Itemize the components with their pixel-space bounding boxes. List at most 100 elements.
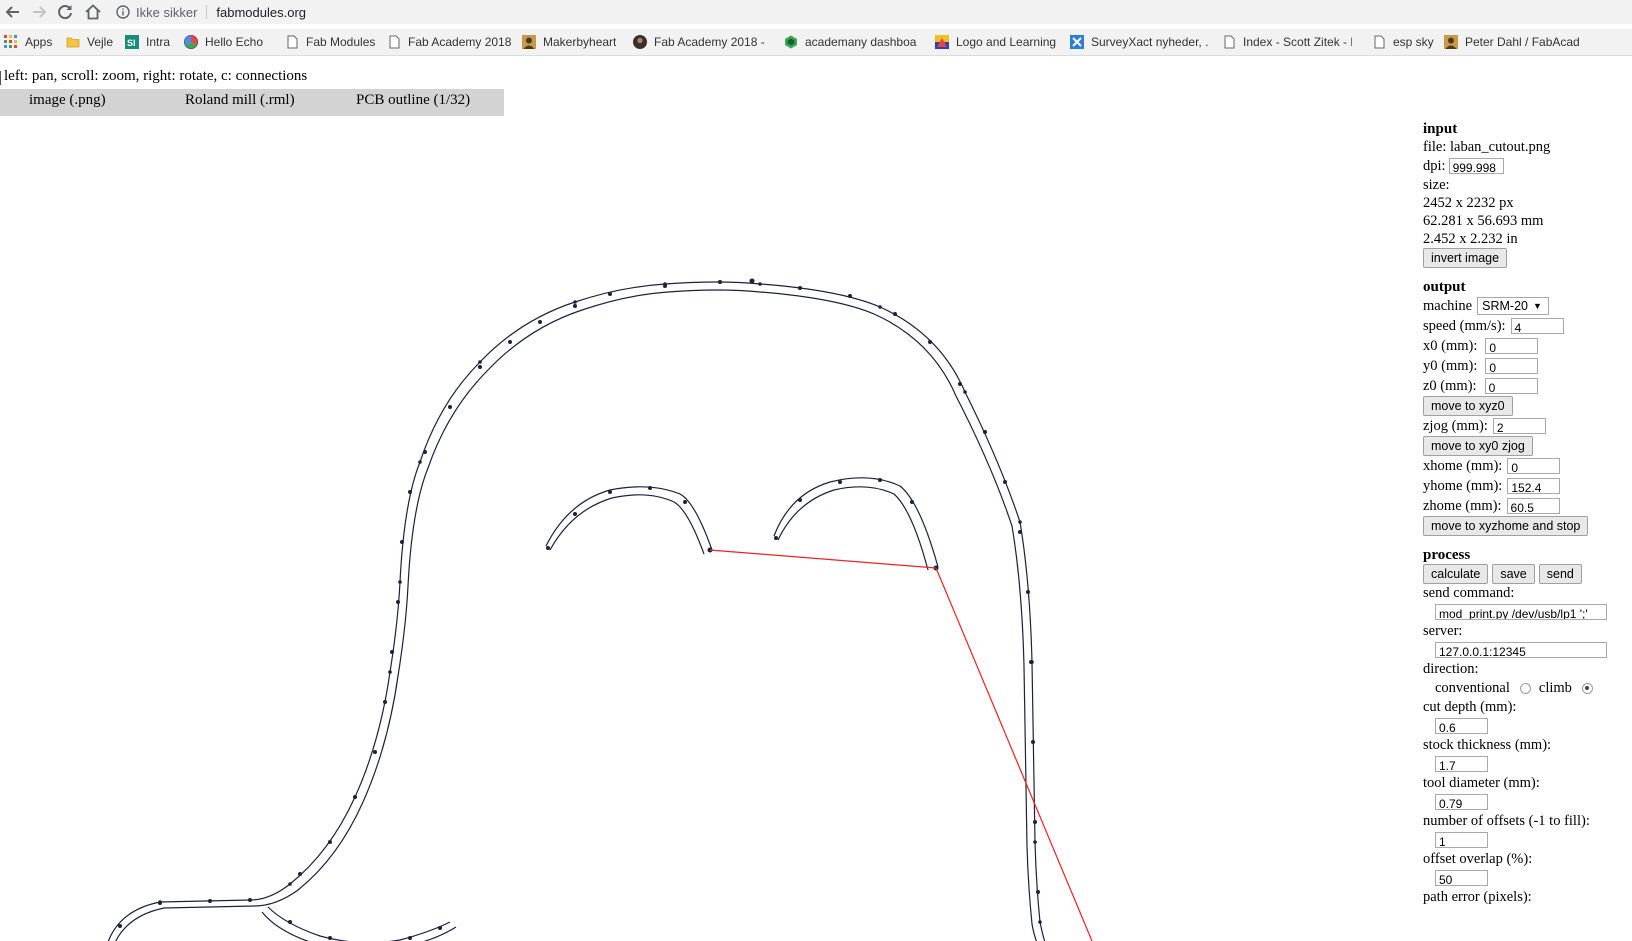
process-buttons: calculate save send — [1423, 564, 1628, 584]
speed-input[interactable]: 4 — [1510, 318, 1564, 335]
x0-input[interactable]: 0 — [1485, 338, 1539, 355]
size-inches: 2.452 x 2.232 in — [1423, 231, 1518, 247]
bookmark-peter-dahl[interactable]: Peter Dahl / FabAcad — [1444, 32, 1584, 52]
cut-depth-label: cut depth (mm): — [1423, 699, 1517, 715]
folder-icon — [66, 35, 80, 49]
server-input[interactable]: 127.0.0.1:12345 — [1435, 642, 1607, 659]
climb-radio[interactable] — [1581, 682, 1593, 694]
move-to-xyz0-button[interactable]: move to xyz0 — [1423, 396, 1513, 416]
zjog-label: zjog (mm): — [1423, 418, 1488, 434]
yhome-row: yhome (mm): 152.4 — [1423, 476, 1628, 496]
bookmark-intra[interactable]: SI Intra — [125, 32, 170, 52]
file-row: file: laban_cutout.png — [1423, 138, 1628, 156]
page-icon — [285, 35, 299, 49]
file-name: laban_cutout.png — [1449, 139, 1551, 155]
tool-diameter-label: tool diameter (mm): — [1423, 775, 1540, 791]
stock-thickness-label: stock thickness (mm): — [1423, 737, 1552, 753]
zhome-input[interactable]: 60.5 — [1506, 498, 1560, 515]
dpi-label: dpi: — [1423, 158, 1446, 174]
send-button[interactable]: send — [1538, 564, 1582, 584]
address-bar[interactable]: Ikke sikker fabmodules.org — [116, 1, 1616, 23]
address-url[interactable]: fabmodules.org — [216, 5, 306, 20]
right-eye-path — [773, 477, 939, 571]
file-label: file: — [1423, 139, 1447, 155]
machine-select[interactable]: SRM-20 ▼ — [1477, 297, 1550, 315]
bookmark-makerbyheart[interactable]: Makerbyheart — [522, 32, 616, 52]
fabmodules-page: left: pan, scroll: zoom, right: rotate, … — [0, 62, 1632, 941]
bookmark-label: Peter Dahl / FabAcad — [1465, 35, 1580, 49]
bookmark-apps[interactable]: Apps — [4, 32, 52, 52]
invert-image-button[interactable]: invert image — [1423, 248, 1508, 268]
toolpath-viewer[interactable] — [0, 117, 1400, 941]
offsets-label: number of offsets (-1 to fill): — [1423, 813, 1590, 829]
z0-input[interactable]: 0 — [1484, 378, 1538, 395]
zjog-row: zjog (mm): 2 — [1423, 416, 1628, 436]
calculate-button[interactable]: calculate — [1423, 564, 1489, 584]
yhome-input[interactable]: 152.4 — [1507, 478, 1561, 495]
page-icon — [387, 35, 401, 49]
control-panel: input file: laban_cutout.png dpi: 999.99… — [1423, 120, 1628, 906]
cut-depth-input[interactable]: 0.6 — [1435, 718, 1488, 735]
dpi-row: dpi: 999.998 — [1423, 156, 1628, 176]
menu-input-format[interactable]: image (.png) — [29, 92, 106, 109]
security-label[interactable]: Ikke sikker — [136, 5, 197, 20]
xhome-row: xhome (mm): 0 — [1423, 456, 1628, 476]
bookmark-label: Hello Echo — [205, 35, 264, 49]
conventional-radio[interactable] — [1519, 682, 1531, 694]
avatar-icon — [522, 35, 536, 49]
bookmark-academany-dashboard[interactable]: academany dashboar — [784, 32, 917, 52]
bookmark-hello-echo[interactable]: Hello Echo — [184, 32, 263, 52]
x0-row: x0 (mm): 0 — [1423, 336, 1628, 356]
dpi-input[interactable]: 999.998 — [1448, 158, 1504, 175]
bookmark-label: Logo and Learning — [956, 35, 1057, 49]
apps-grid-icon — [4, 35, 18, 49]
bookmark-label: Apps — [25, 35, 53, 49]
bookmark-label: Vejle — [87, 35, 114, 49]
reload-icon[interactable] — [54, 1, 76, 23]
tool-diameter-input[interactable]: 0.79 — [1435, 794, 1488, 811]
bookmark-vejle[interactable]: Vejle — [66, 32, 113, 52]
send-command-input[interactable]: mod_print.py /dev/usb/lp1 ';' — [1435, 604, 1607, 620]
xhome-input[interactable]: 0 — [1507, 458, 1561, 475]
browser-toolbar: Ikke sikker fabmodules.org — [0, 0, 1632, 24]
server-label: server: — [1423, 623, 1463, 639]
bookmark-label: SurveyXact nyheder, . — [1091, 35, 1209, 49]
y0-label: y0 (mm): — [1423, 358, 1478, 374]
info-circle-icon[interactable] — [116, 5, 130, 19]
bookmark-surveyxact[interactable]: SurveyXact nyheder, . — [1070, 32, 1210, 52]
offsets-input[interactable]: 1 — [1435, 832, 1488, 849]
back-arrow-icon[interactable] — [2, 1, 24, 23]
stock-thickness-input[interactable]: 1.7 — [1435, 756, 1488, 773]
y0-row: y0 (mm): 0 — [1423, 356, 1628, 376]
menu-output-machine[interactable]: Roland mill (.rml) — [185, 92, 295, 109]
save-button[interactable]: save — [1492, 564, 1535, 584]
process-section-title: process — [1423, 547, 1471, 563]
climb-label: climb — [1538, 680, 1572, 696]
bookmark-label: Fab Academy 2018 - — [654, 35, 765, 49]
move-to-xyzhome-button[interactable]: move to xyzhome and stop — [1423, 516, 1589, 536]
bookmark-fab-academy-2018[interactable]: Fab Academy 2018 — [387, 32, 511, 52]
dropdown-arrow-icon: ▼ — [1532, 301, 1542, 311]
avatar-icon — [633, 35, 647, 49]
overlap-label: offset overlap (%): — [1423, 851, 1533, 867]
module-menu-bar: image (.png) Roland mill (.rml) PCB outl… — [0, 89, 504, 116]
menu-process[interactable]: PCB outline (1/32) — [356, 92, 470, 109]
home-icon[interactable] — [82, 1, 104, 23]
bookmark-esp-sky[interactable]: esp sky — [1372, 32, 1434, 52]
bookmark-scott-zitek[interactable]: Index - Scott Zitek - F — [1222, 32, 1352, 52]
x0-label: x0 (mm): — [1423, 338, 1478, 354]
bookmark-fab-modules[interactable]: Fab Modules — [285, 32, 375, 52]
forward-arrow-icon[interactable] — [28, 1, 50, 23]
overlap-input[interactable]: 50 — [1435, 870, 1488, 887]
bookmarks-bar: Apps Vejle SI Intra Hello Echo Fab Modul… — [0, 29, 1632, 56]
bookmark-fab-academy-2018-dash[interactable]: Fab Academy 2018 - — [633, 32, 765, 52]
outer-outline-path — [107, 281, 1046, 941]
input-section-title: input — [1423, 121, 1458, 137]
bookmark-logo-and-learning[interactable]: Logo and Learning — [935, 32, 1056, 52]
zjog-input[interactable]: 2 — [1492, 418, 1546, 435]
y0-input[interactable]: 0 — [1485, 358, 1539, 375]
bookmark-label: Fab Modules — [306, 35, 376, 49]
size-label: size: — [1423, 177, 1450, 193]
avatar-icon — [1444, 35, 1458, 49]
move-to-xy0-zjog-button[interactable]: move to xy0 zjog — [1423, 436, 1533, 456]
